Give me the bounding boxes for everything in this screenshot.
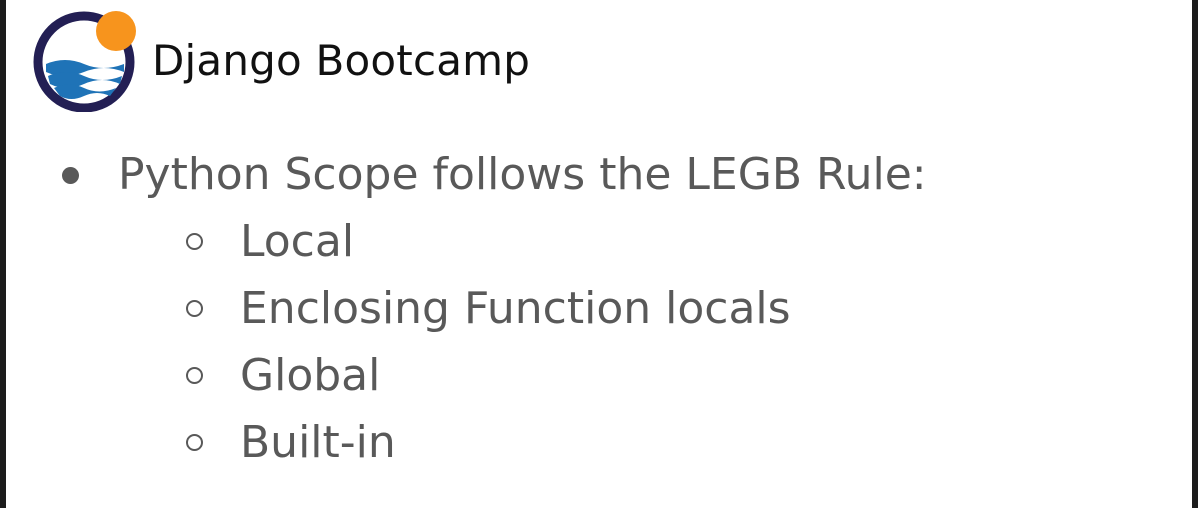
list-item-label: Global [240,350,381,401]
list-item: Local [186,208,791,275]
filled-bullet-icon [62,166,79,184]
slide-content: Python Scope follows the LEGB Rule: Loca… [6,0,1192,508]
slide: Django Bootcamp Python Scope follows the… [6,0,1192,508]
list-item: Global [186,342,791,409]
scope-list: Local Enclosing Function locals Global B… [186,208,791,476]
list-item-label: Local [240,216,355,267]
main-bullet: Python Scope follows the LEGB Rule: [60,142,927,208]
list-item: Built-in [186,409,791,476]
hollow-bullet-icon [186,367,203,384]
main-bullet-text: Python Scope follows the LEGB Rule: [118,149,927,200]
list-item-label: Enclosing Function locals [240,283,791,334]
list-item-label: Built-in [240,417,396,468]
hollow-bullet-icon [186,233,203,250]
hollow-bullet-icon [186,300,203,317]
hollow-bullet-icon [186,434,203,451]
list-item: Enclosing Function locals [186,275,791,342]
